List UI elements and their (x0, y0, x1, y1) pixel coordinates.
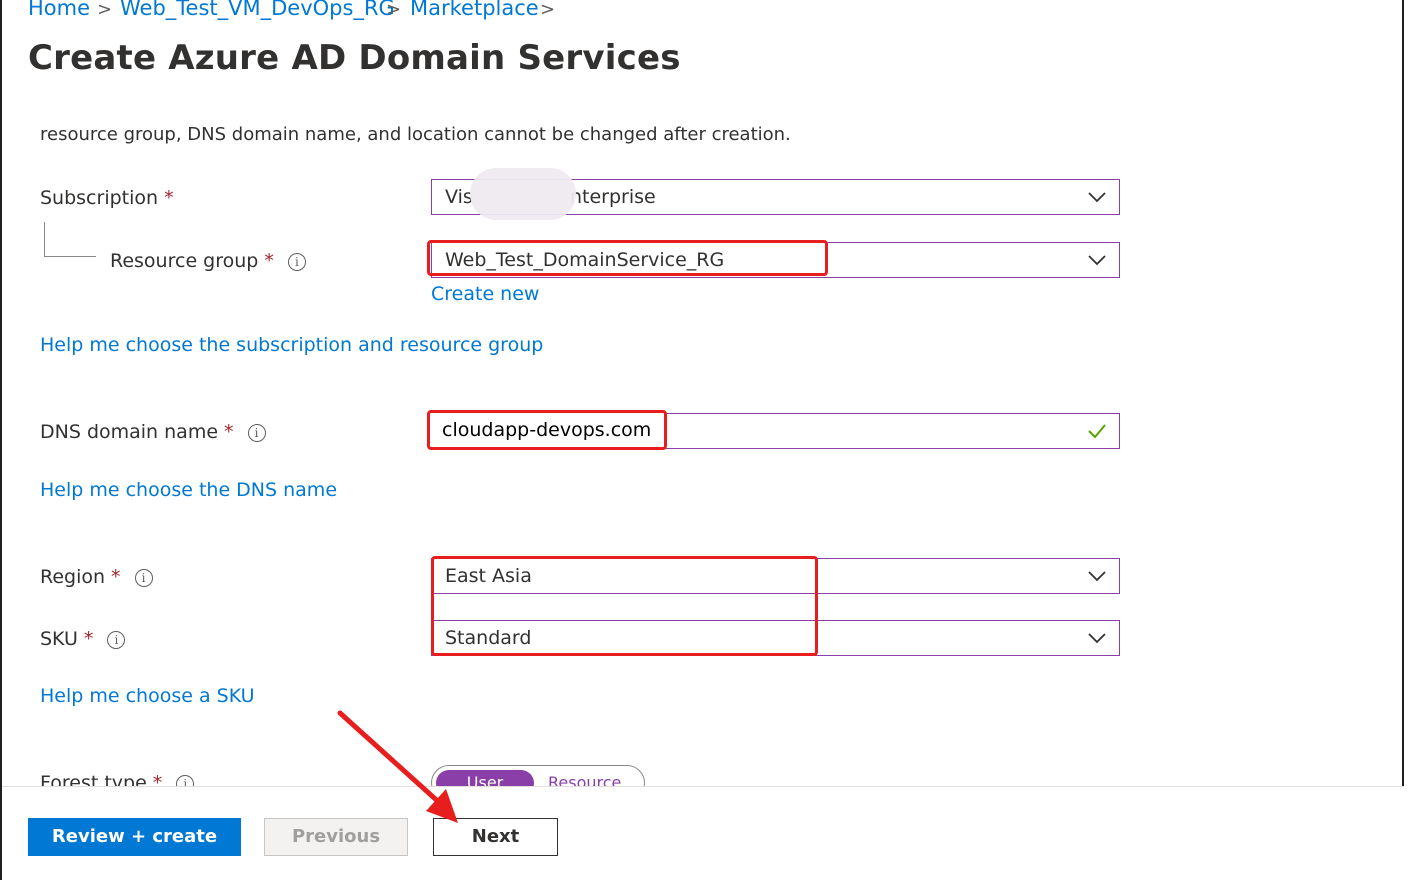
dns-domain-label: DNS domain name * i (40, 421, 266, 443)
tree-connector (44, 222, 45, 256)
chevron-down-icon (1088, 192, 1106, 203)
breadcrumb-marketplace[interactable]: Marketplace (410, 0, 539, 20)
region-label-text: Region (40, 566, 106, 588)
dns-domain-label-text: DNS domain name (40, 421, 219, 443)
required-marker: * (164, 187, 174, 209)
subscription-value-end: nterprise (570, 186, 656, 208)
redaction-blur (470, 168, 576, 220)
required-marker: * (264, 250, 274, 272)
annotation-arrow-icon (337, 710, 458, 823)
breadcrumb-resource-group[interactable]: Web_Test_VM_DevOps_RG (120, 0, 395, 20)
checkmark-icon (1088, 424, 1106, 439)
breadcrumb-separator: > (97, 0, 113, 20)
sku-label: SKU * i (40, 628, 126, 650)
help-sku-link[interactable]: Help me choose a SKU (40, 685, 255, 707)
resource-group-label: Resource group * i (110, 250, 306, 272)
info-icon[interactable]: i (287, 252, 306, 271)
help-subscription-link[interactable]: Help me choose the subscription and reso… (40, 334, 543, 356)
more-options-button[interactable]: ··· (640, 48, 657, 69)
subscription-label: Subscription * (40, 187, 174, 209)
annotation-highlight-box (427, 240, 828, 276)
region-label: Region * i (40, 566, 153, 588)
info-icon[interactable]: i (247, 423, 266, 442)
chevron-down-icon (1088, 255, 1106, 266)
page-title: Create Azure AD Domain Services (28, 38, 681, 78)
create-new-link[interactable]: Create new (431, 283, 539, 305)
required-marker: * (224, 421, 234, 443)
annotation-highlight-box: cloudapp-devops.com (427, 410, 667, 450)
info-icon[interactable]: i (107, 630, 126, 649)
subscription-label-text: Subscription (40, 187, 159, 209)
breadcrumb-separator: > (386, 0, 402, 20)
footer-bar: Review + create Previous Next (2, 786, 1404, 881)
chevron-down-icon (1088, 633, 1106, 644)
review-create-button[interactable]: Review + create (28, 818, 241, 856)
dns-domain-value: cloudapp-devops.com (442, 419, 652, 441)
required-marker: * (111, 566, 121, 588)
annotation-highlight-box (431, 556, 818, 656)
required-marker: * (83, 628, 94, 650)
sku-label-text: SKU (40, 628, 78, 650)
info-icon[interactable]: i (134, 568, 153, 587)
resource-group-label-text: Resource group (110, 250, 259, 272)
breadcrumb-separator: > (540, 0, 556, 20)
tree-connector (44, 256, 96, 257)
chevron-down-icon (1088, 571, 1106, 582)
breadcrumb-home[interactable]: Home (28, 0, 90, 20)
help-dns-link[interactable]: Help me choose the DNS name (40, 479, 337, 501)
page-description: resource group, DNS domain name, and loc… (40, 124, 791, 145)
subscription-value-start: Vis (445, 186, 473, 208)
